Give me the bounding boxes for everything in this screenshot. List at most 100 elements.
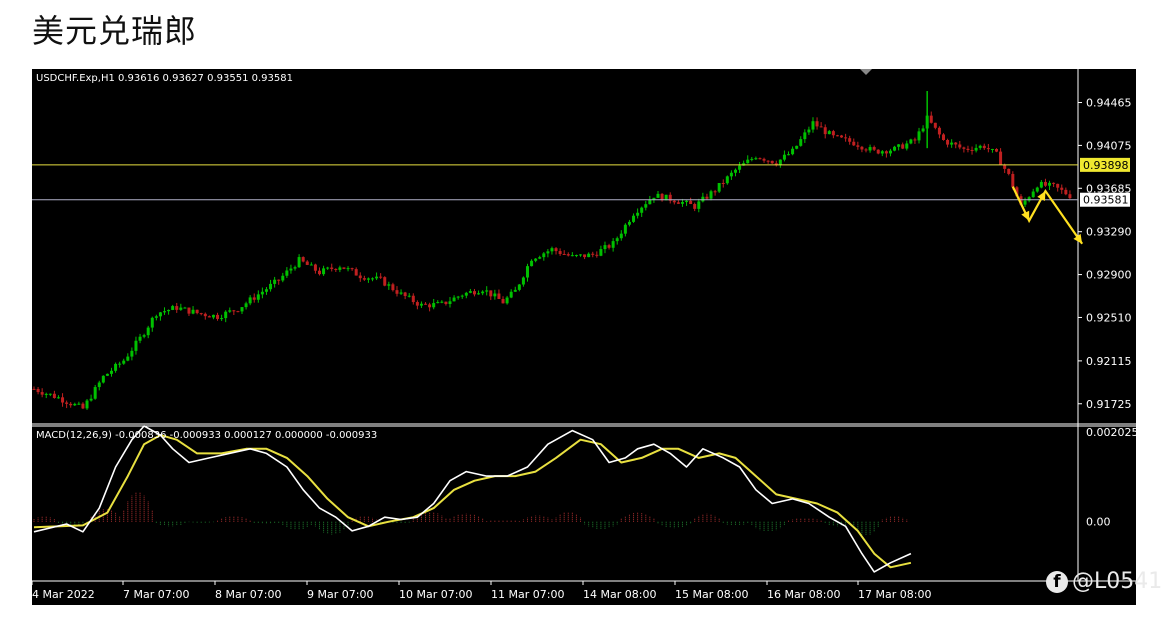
candle-body (868, 147, 872, 151)
candle-body (334, 268, 338, 270)
candle-body (32, 388, 36, 390)
candle-body (738, 165, 742, 170)
candle-body (917, 131, 921, 141)
time-axis: 4 Mar 2022 7 Mar 07:00 8 Mar 07:00 9 Mar 07… (32, 581, 931, 601)
candle-body (97, 382, 101, 388)
candle-body (729, 172, 733, 177)
price-axis: 0.93898 0.93581 0.94465 0.94075 0.93685 0.932… (1078, 97, 1136, 529)
candle-body (823, 127, 827, 135)
candle-body (697, 201, 701, 209)
candle-body (207, 316, 211, 318)
candle-body (142, 335, 146, 337)
candle-body (897, 144, 901, 147)
candle-body (342, 267, 346, 269)
candle-body (36, 388, 40, 393)
time-tick-label: 7 Mar 07:00 (123, 588, 189, 601)
candle-body (289, 268, 293, 271)
candle-body (93, 387, 97, 399)
candle-body (297, 257, 301, 268)
candle-body (803, 132, 807, 140)
candle-body (905, 143, 909, 149)
candle-body (693, 204, 697, 209)
candle-body (195, 309, 199, 314)
candle-body (656, 193, 660, 198)
candle-body (126, 356, 130, 361)
candle-body (607, 245, 611, 248)
candle-body (819, 126, 823, 128)
candle-body (191, 309, 195, 314)
candle-body (264, 289, 268, 292)
candle-body (477, 293, 481, 295)
candle-body (428, 304, 432, 308)
candle-body (61, 397, 65, 403)
candle-body (990, 148, 994, 150)
candle-body (383, 277, 387, 286)
time-tick-label: 14 Mar 08:00 (583, 588, 656, 601)
candle-body (77, 403, 81, 405)
candle-body (603, 245, 607, 250)
forex-chart[interactable]: 0.93898 0.93581 0.94465 0.94075 0.93685 0.932… (32, 69, 1136, 605)
candle-body (109, 370, 113, 374)
candle-body (175, 306, 179, 310)
candle-body (982, 145, 986, 149)
candle-body (770, 160, 774, 164)
candle-body (815, 121, 819, 127)
price-tick-label: 0.94075 (1086, 139, 1132, 152)
candle-body (680, 202, 684, 204)
candle-body (354, 269, 358, 276)
candle-body (995, 148, 999, 152)
candle-body (701, 196, 705, 202)
candle-body (750, 158, 754, 160)
candle-body (199, 313, 203, 315)
candle-body (277, 279, 281, 281)
candle-body (460, 295, 464, 297)
candle-body (689, 200, 693, 205)
candle-body (517, 284, 521, 290)
candle-body (424, 303, 428, 305)
candle-body (1056, 183, 1060, 188)
price-tag-label: 0.93581 (1083, 194, 1129, 207)
candle-body (884, 151, 888, 154)
candle-body (627, 221, 631, 225)
candle-body (538, 257, 542, 259)
candle-body (52, 393, 56, 398)
candle-body (746, 159, 750, 164)
price-tag-label: 0.93898 (1083, 159, 1129, 172)
candle-body (962, 147, 966, 149)
candle-body (419, 303, 423, 306)
candle-body (1068, 194, 1072, 199)
candle-body (216, 314, 220, 319)
time-tick-label: 16 Mar 08:00 (767, 588, 840, 601)
candle-body (611, 241, 615, 248)
candle-body (966, 148, 970, 150)
candle-body (970, 149, 974, 151)
candle-body (497, 293, 501, 299)
candle-body (583, 254, 587, 258)
price-tick-label: 0.91725 (1086, 398, 1132, 411)
annotation-arrows (1011, 186, 1084, 245)
candle-body (293, 267, 297, 269)
candle-body (379, 276, 383, 278)
candle-body (530, 260, 534, 267)
candle-body (587, 253, 591, 258)
candle-body (464, 292, 468, 296)
candle-body (163, 311, 167, 313)
candle-body (285, 270, 289, 276)
candle-body (599, 249, 603, 256)
candle-body (493, 293, 497, 297)
candle-body (791, 148, 795, 155)
candle-body (1052, 182, 1056, 184)
candle-body (407, 295, 411, 297)
candle-body (44, 393, 48, 395)
candle-body (179, 307, 183, 310)
candle-body (236, 311, 240, 313)
candle-body (685, 200, 689, 203)
candle-body (709, 191, 713, 199)
candle-body (672, 200, 676, 203)
candle-body (73, 403, 77, 406)
candle-body (1060, 187, 1064, 190)
candle-body (158, 312, 162, 317)
candle-body (309, 264, 313, 266)
candle-body (350, 268, 354, 270)
macd-tick-label: 0.00 (1086, 516, 1111, 529)
